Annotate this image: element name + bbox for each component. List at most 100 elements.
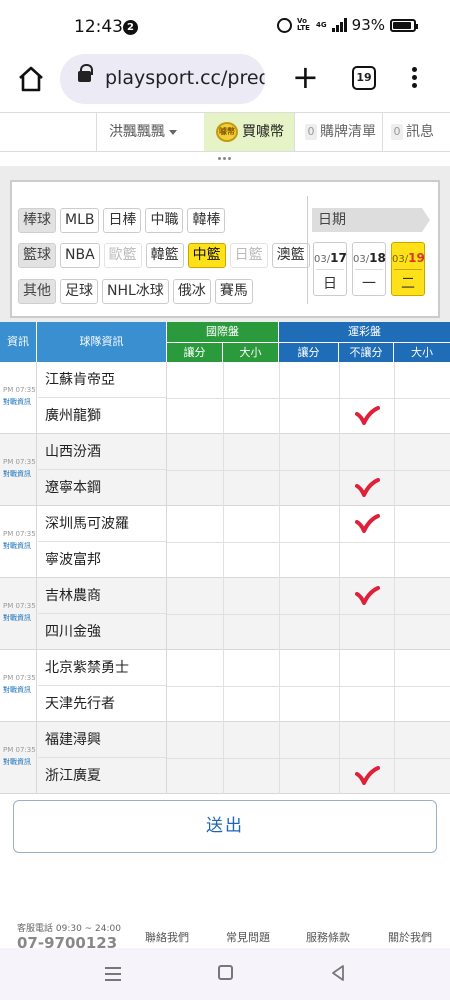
home-nav-icon[interactable] (218, 965, 233, 980)
bet-cell[interactable] (394, 506, 450, 542)
bet-cell[interactable] (394, 686, 450, 722)
cart-link[interactable]: 0 購牌清單 (294, 113, 382, 151)
league-chip[interactable]: 澳籃 (271, 243, 310, 268)
bet-cell[interactable] (279, 578, 339, 614)
bet-cell[interactable] (339, 362, 394, 398)
bet-cell[interactable] (339, 398, 394, 434)
bet-cell[interactable] (394, 470, 450, 506)
league-chip[interactable]: 俄冰 (172, 279, 211, 304)
footer-link-contact[interactable]: 聯絡我們 (145, 929, 189, 945)
bet-cell[interactable] (339, 686, 394, 722)
bet-cell[interactable] (394, 542, 450, 578)
versus-info-link[interactable]: 對戰資訊 (3, 685, 31, 695)
league-chip[interactable]: NHL冰球 (102, 279, 169, 304)
bet-cell[interactable] (394, 758, 450, 794)
date-button-selected[interactable]: 03/19 二 (391, 242, 425, 296)
league-chip[interactable]: 賽馬 (214, 279, 253, 304)
bet-cell[interactable] (223, 578, 279, 614)
bet-cell[interactable] (394, 578, 450, 614)
bet-cell[interactable] (279, 650, 339, 686)
bet-cell[interactable] (167, 686, 223, 722)
bet-cell[interactable] (279, 362, 339, 398)
bet-cell[interactable] (394, 650, 450, 686)
bet-cell[interactable] (394, 614, 450, 650)
bet-cell[interactable] (394, 362, 450, 398)
bet-cell[interactable] (167, 398, 223, 434)
user-menu[interactable]: 洪飄飄飄 (96, 113, 202, 151)
address-bar[interactable]: playsport.cc/pred (60, 54, 265, 104)
bet-cell[interactable] (339, 650, 394, 686)
new-tab-button[interactable]: + (292, 61, 319, 96)
versus-info-link[interactable]: 對戰資訊 (3, 541, 31, 551)
league-chip[interactable]: 足球 (60, 279, 98, 304)
bet-cell[interactable] (167, 470, 223, 506)
league-chip-selected[interactable]: 中籃 (187, 243, 226, 268)
table-row: PM 07:35 對戰資訊 福建潯興 浙江廣夏 (0, 722, 450, 794)
bet-cell[interactable] (279, 758, 339, 794)
bet-cell[interactable] (223, 362, 279, 398)
bet-cell[interactable] (223, 686, 279, 722)
bet-cell[interactable] (223, 722, 279, 758)
bet-cell[interactable] (339, 470, 394, 506)
bet-cell[interactable] (339, 722, 394, 758)
bet-cell[interactable] (167, 650, 223, 686)
date-button[interactable]: 03/17 日 (313, 242, 347, 296)
submit-button[interactable]: 送出 (13, 800, 437, 853)
bet-cell[interactable] (339, 506, 394, 542)
bet-cell[interactable] (223, 542, 279, 578)
bet-cell[interactable] (339, 578, 394, 614)
bet-cell[interactable] (339, 434, 394, 470)
bet-cell[interactable] (223, 614, 279, 650)
bet-cell[interactable] (394, 398, 450, 434)
bet-cell[interactable] (339, 542, 394, 578)
bet-cell[interactable] (167, 542, 223, 578)
bet-cell[interactable] (394, 722, 450, 758)
bet-cell[interactable] (339, 614, 394, 650)
bet-cell[interactable] (223, 470, 279, 506)
bet-cell[interactable] (279, 506, 339, 542)
versus-info-link[interactable]: 對戰資訊 (3, 757, 31, 767)
bet-cell[interactable] (167, 362, 223, 398)
bet-cell[interactable] (167, 578, 223, 614)
bet-cell[interactable] (279, 434, 339, 470)
bet-cell[interactable] (279, 722, 339, 758)
versus-info-link[interactable]: 對戰資訊 (3, 613, 31, 623)
league-chip[interactable]: 中職 (145, 208, 184, 233)
date-button[interactable]: 03/18 一 (352, 242, 386, 296)
bet-cell[interactable] (167, 506, 223, 542)
bet-cell[interactable] (279, 614, 339, 650)
league-chip[interactable]: NBA (60, 243, 100, 268)
versus-info-link[interactable]: 對戰資訊 (3, 469, 31, 479)
bet-cell[interactable] (223, 650, 279, 686)
recents-icon[interactable] (105, 967, 121, 985)
buy-coins-button[interactable]: 噱幣 買噱幣 (204, 113, 294, 151)
signal-icon (331, 18, 347, 32)
bet-cell[interactable] (279, 398, 339, 434)
bet-cell[interactable] (167, 614, 223, 650)
league-chip[interactable]: MLB (60, 208, 100, 233)
back-icon[interactable] (330, 964, 346, 982)
more-menu-icon[interactable] (404, 64, 424, 94)
league-chip[interactable]: 韓棒 (187, 208, 226, 233)
bet-cell[interactable] (167, 434, 223, 470)
bet-cell[interactable] (279, 542, 339, 578)
messages-link[interactable]: 0 訊息 (382, 113, 450, 151)
bet-cell[interactable] (279, 686, 339, 722)
footer-link-terms[interactable]: 服務條款 (306, 929, 350, 945)
bet-cell[interactable] (167, 758, 223, 794)
bet-cell[interactable] (167, 722, 223, 758)
league-chip[interactable]: 韓籃 (145, 243, 184, 268)
league-chip[interactable]: 日棒 (103, 208, 142, 233)
footer-link-about[interactable]: 關於我們 (388, 929, 432, 945)
versus-info-link[interactable]: 對戰資訊 (3, 397, 31, 407)
home-icon[interactable] (14, 62, 48, 96)
bet-cell[interactable] (223, 506, 279, 542)
bet-cell[interactable] (339, 758, 394, 794)
bet-cell[interactable] (394, 434, 450, 470)
footer-link-faq[interactable]: 常見問題 (226, 929, 270, 945)
bet-cell[interactable] (223, 758, 279, 794)
bet-cell[interactable] (223, 434, 279, 470)
tab-switcher-button[interactable]: 19 (352, 66, 376, 90)
bet-cell[interactable] (223, 398, 279, 434)
bet-cell[interactable] (279, 470, 339, 506)
